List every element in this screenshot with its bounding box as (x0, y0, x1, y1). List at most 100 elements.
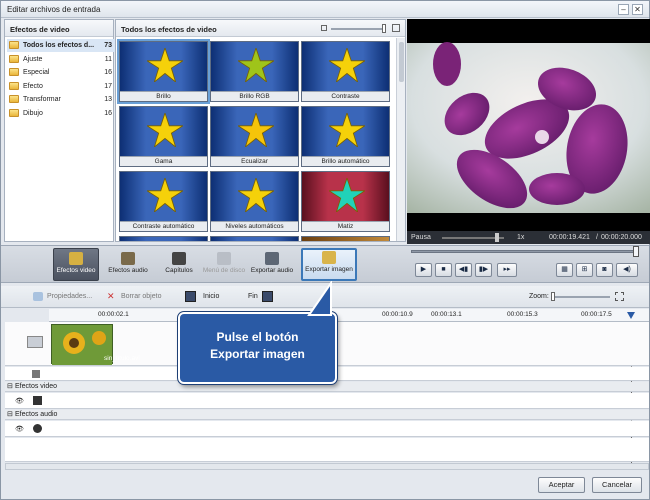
chapters-label: Capítulos (165, 267, 193, 274)
export-audio-label: Exportar audio (250, 267, 294, 274)
stop-icon: ■ (441, 266, 446, 273)
category-count: 73 (104, 42, 112, 49)
delete-object-button[interactable]: Borrar objeto (121, 293, 161, 300)
video-clip[interactable]: sin_titulo.avi (51, 324, 140, 365)
disc-lock-icon (217, 252, 231, 265)
tile-size-thumb[interactable] (382, 24, 386, 33)
zoom-thumb[interactable] (551, 292, 555, 301)
effect-tile[interactable] (301, 236, 390, 241)
effect-tile-label: Ecualizar (211, 156, 298, 166)
category-count: 16 (104, 69, 112, 76)
snapshot-settings-button[interactable]: ▦ (556, 263, 573, 277)
export-audio-button[interactable]: Exportar audio (249, 248, 295, 281)
effect-tile-label: Brillo (120, 91, 207, 101)
volume-button[interactable]: ◀) (616, 263, 638, 277)
seek-thumb[interactable] (633, 246, 639, 257)
audio-effects-section[interactable]: ⊟ Efectos audio (5, 410, 649, 420)
player-status: Pausa (411, 234, 431, 241)
audio-effects-track: 👁 (5, 421, 649, 437)
disc-menu-button[interactable]: Menú de disco (201, 248, 247, 281)
disc-menu-label: Menú de disco (202, 267, 246, 274)
effect-tile-label: Brillo RGB (211, 91, 298, 101)
speed-thumb[interactable] (495, 233, 499, 242)
tooltip-callout: Pulse el botón Exportar imagen (178, 312, 337, 384)
collapse-icon[interactable]: ⊟ (7, 382, 13, 392)
audio-track-icon (32, 370, 40, 378)
next-frame-icon: ▮▶ (478, 266, 489, 273)
speaker-icon: ◀) (623, 266, 631, 273)
close-icon[interactable]: ✕ (632, 4, 643, 15)
category-item[interactable]: Dibujo 16 (7, 107, 115, 120)
frame-forward-button[interactable]: ▸▸ (497, 263, 517, 277)
start-marker-icon[interactable] (185, 291, 196, 302)
effect-tile[interactable]: Contraste (301, 41, 390, 102)
effect-tile[interactable] (210, 236, 299, 241)
effects-scrollbar[interactable] (396, 38, 405, 241)
eye-icon[interactable]: 👁 (15, 397, 24, 405)
effects-scroll-thumb[interactable] (399, 42, 404, 82)
chapters-button[interactable]: Capítulos (156, 248, 202, 281)
fit-zoom-icon[interactable] (615, 292, 624, 301)
playhead-icon[interactable] (627, 312, 635, 319)
effects-header-title: Todos los efectos de video (121, 25, 217, 34)
clip-thumbnail (52, 325, 112, 365)
category-label: Efecto (23, 82, 43, 90)
export-image-button[interactable]: Exportar imagen (301, 248, 357, 281)
zoom-slider[interactable] (552, 296, 610, 298)
prev-frame-button[interactable]: ◀▮ (455, 263, 472, 277)
orchid-image (407, 19, 650, 231)
time-separator: / (596, 234, 598, 241)
star-icon (329, 178, 365, 212)
effect-tile[interactable] (119, 236, 208, 241)
category-item[interactable]: Ajuste 11 (7, 53, 115, 66)
ok-button[interactable]: Aceptar (538, 477, 585, 493)
effect-tile[interactable]: Ecualizar (210, 106, 299, 167)
end-marker-icon[interactable] (262, 291, 273, 302)
effect-tile[interactable]: Brillo RGB (210, 41, 299, 102)
split-button[interactable]: ⊞ (576, 263, 593, 277)
folder-icon (9, 81, 19, 90)
category-item[interactable]: Efecto 17 (7, 80, 115, 93)
effect-tile[interactable]: Brillo (117, 39, 210, 104)
category-item[interactable]: Transformar 13 (7, 93, 115, 106)
end-label: Fin (248, 293, 258, 300)
effect-tile[interactable]: Gama (119, 106, 208, 167)
minimize-icon[interactable]: – (618, 4, 629, 15)
tile-size-slider[interactable] (331, 28, 386, 30)
timeline-scrollbar[interactable] (5, 463, 649, 470)
stop-button[interactable]: ■ (435, 263, 452, 277)
next-frame-button[interactable]: ▮▶ (475, 263, 492, 277)
play-button[interactable]: ▶ (415, 263, 432, 277)
folder-icon (9, 41, 19, 49)
snapshot-button[interactable]: ◙ (596, 263, 613, 277)
effect-tile-label: Contraste automático (120, 221, 207, 231)
properties-icon (33, 292, 43, 301)
effect-tile[interactable]: Brillo automático (301, 106, 390, 167)
category-count: 16 (104, 109, 112, 117)
video-effects-section-label: Efectos video (15, 383, 58, 390)
category-item[interactable]: Especial 16 (7, 66, 115, 79)
categories-header: Efectos de video (5, 20, 113, 37)
clip-name: sin_titulo.avi (104, 355, 140, 362)
eye-icon[interactable]: 👁 (15, 425, 24, 433)
effect-tile[interactable]: Contraste automático (119, 171, 208, 232)
collapse-icon[interactable]: ⊟ (7, 410, 13, 420)
effect-tile[interactable]: Niveles automáticos (210, 171, 299, 232)
title-bar: Editar archivos de entrada – ✕ (1, 1, 649, 18)
seek-bar[interactable] (411, 250, 639, 253)
film-star-icon (69, 252, 83, 265)
large-size-icon[interactable] (392, 24, 400, 32)
properties-button[interactable]: Propiedades... (47, 293, 92, 300)
effects-header: Todos los efectos de video (116, 20, 405, 37)
video-preview (407, 19, 650, 231)
star-icon (238, 48, 274, 82)
category-item[interactable]: Todos los efectos d... 73 (7, 39, 115, 52)
speaker-star-icon (33, 424, 42, 433)
audio-effects-label: Efectos audio (108, 267, 148, 274)
cancel-button[interactable]: Cancelar (592, 477, 642, 493)
effect-tile-label: Contraste (302, 91, 389, 101)
small-size-icon[interactable] (321, 25, 327, 31)
video-effects-button[interactable]: Efectos video (53, 248, 99, 281)
audio-effects-button[interactable]: Efectos audio (105, 248, 151, 281)
effect-tile[interactable]: Matiz (301, 171, 390, 232)
